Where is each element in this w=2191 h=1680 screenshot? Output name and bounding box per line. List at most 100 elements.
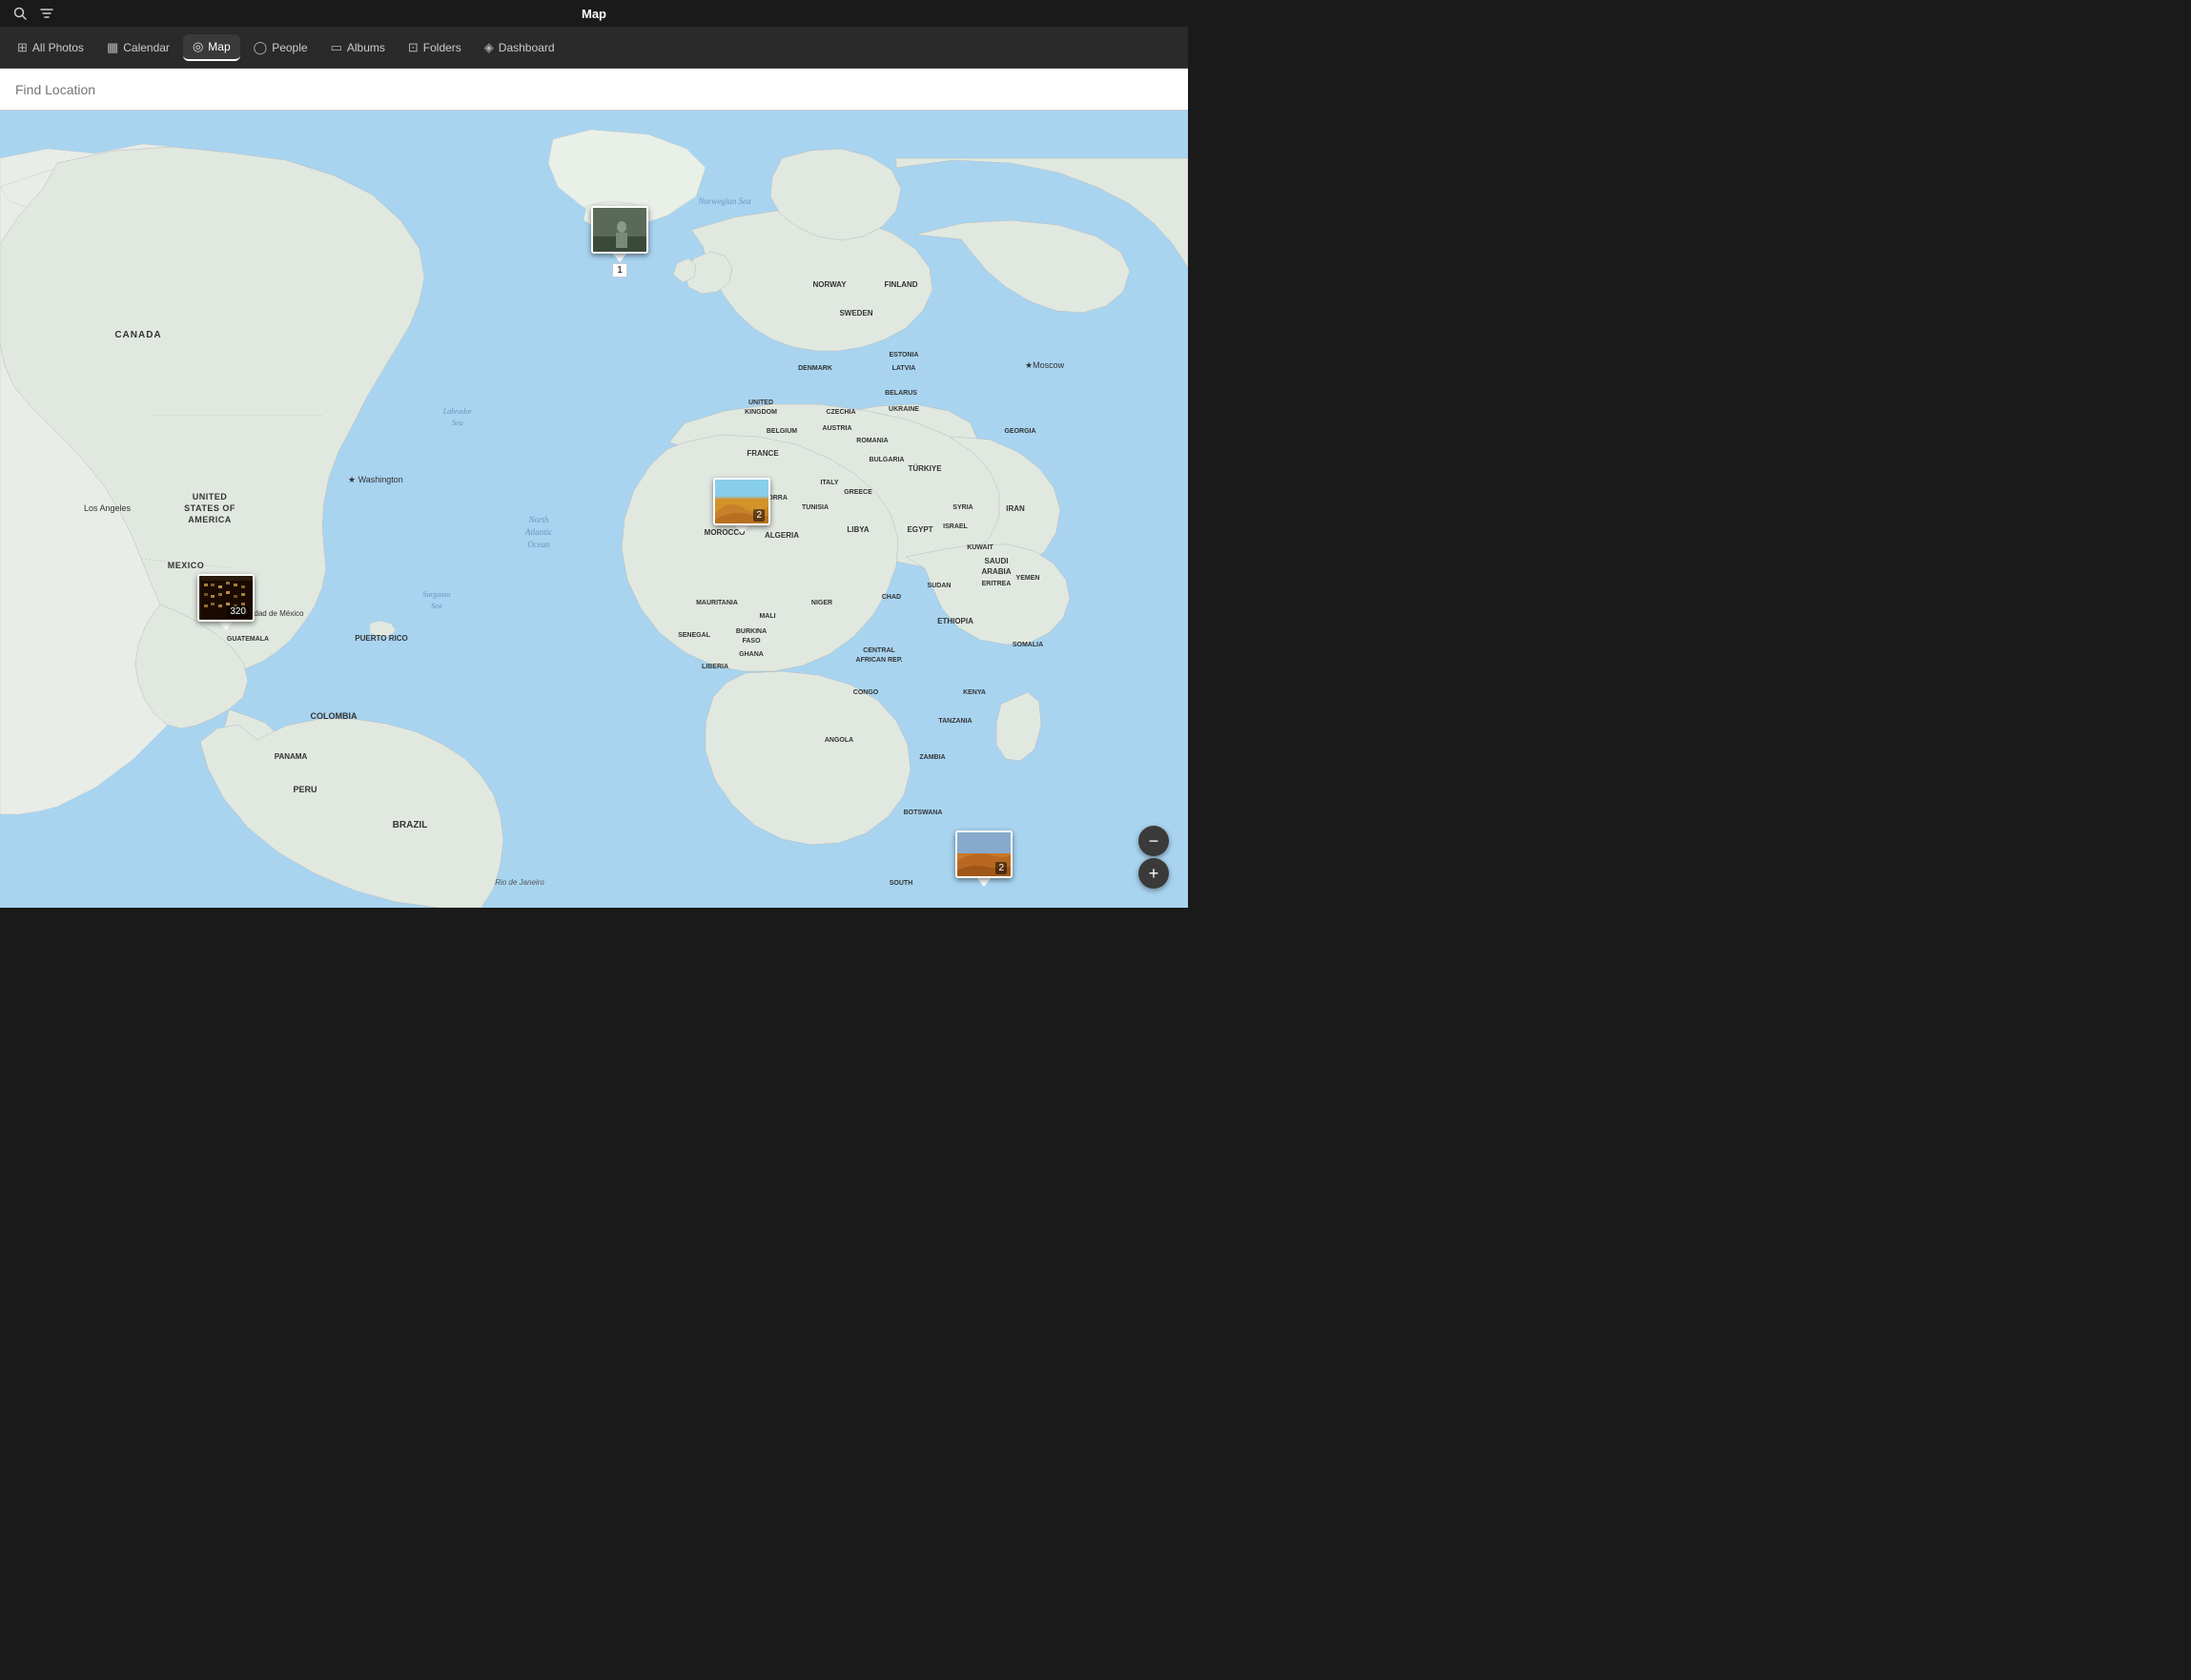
svg-text:BELARUS: BELARUS <box>885 390 917 397</box>
svg-text:North: North <box>527 515 549 524</box>
svg-text:ISRAEL: ISRAEL <box>943 523 968 530</box>
album-icon: ▭ <box>331 40 342 55</box>
svg-text:Rio de Janeiro: Rio de Janeiro <box>495 878 544 887</box>
svg-text:ROMANIA: ROMANIA <box>856 438 888 444</box>
svg-text:COLOMBIA: COLOMBIA <box>311 711 358 721</box>
svg-text:GUATEMALA: GUATEMALA <box>227 636 269 643</box>
title-bar-icons <box>10 3 57 24</box>
svg-text:ERITREA: ERITREA <box>982 581 1012 587</box>
svg-text:EGYPT: EGYPT <box>907 525 932 534</box>
svg-text:CANADA: CANADA <box>114 330 161 340</box>
location-icon: ◎ <box>193 39 203 54</box>
svg-text:LIBERIA: LIBERIA <box>702 664 728 670</box>
calendar-icon: ▦ <box>107 40 118 55</box>
search-icon[interactable] <box>10 3 31 24</box>
nav-item-dashboard[interactable]: ◈ Dashboard <box>475 35 564 60</box>
pin-photo-iceland <box>591 206 648 254</box>
folder-icon: ⊡ <box>408 40 419 55</box>
map-pin-botswana[interactable]: 2 <box>955 830 1013 887</box>
svg-text:LIBYA: LIBYA <box>847 525 869 534</box>
svg-text:CZECHIA: CZECHIA <box>826 409 855 416</box>
svg-text:BRAZIL: BRAZIL <box>393 820 428 830</box>
svg-text:TANZANIA: TANZANIA <box>938 718 972 725</box>
svg-text:SENEGAL: SENEGAL <box>678 632 711 639</box>
svg-text:YEMEN: YEMEN <box>1016 575 1040 582</box>
grid-icon: ⊞ <box>17 40 28 55</box>
svg-text:PANAMA: PANAMA <box>275 752 308 761</box>
svg-text:SAUDI: SAUDI <box>985 557 1009 565</box>
dashboard-icon: ◈ <box>484 40 494 55</box>
zoom-controls: − + <box>1138 826 1169 889</box>
map-container[interactable]: Norwegian Sea North Atlantic Ocean Labra… <box>0 111 1188 908</box>
pin-pointer-mexico <box>218 621 234 630</box>
svg-text:GREECE: GREECE <box>844 489 872 496</box>
nav-item-folders[interactable]: ⊡ Folders <box>399 35 471 60</box>
title-bar: Map <box>0 0 1188 27</box>
title-bar-title: Map <box>582 7 606 21</box>
pin-count-iceland: 1 <box>612 263 627 277</box>
svg-text:UKRAINE: UKRAINE <box>889 406 919 413</box>
filter-icon[interactable] <box>36 3 57 24</box>
pin-count-botswana: 2 <box>995 862 1007 874</box>
svg-text:CONGO: CONGO <box>853 689 879 696</box>
svg-text:GHANA: GHANA <box>739 651 764 658</box>
map-pin-morocco[interactable]: 2 <box>713 478 770 534</box>
svg-text:SWEDEN: SWEDEN <box>839 309 872 318</box>
svg-text:ITALY: ITALY <box>820 480 838 486</box>
svg-text:UNITED: UNITED <box>193 492 228 502</box>
pin-count-mexico: 320 <box>227 605 249 618</box>
nav-label-albums: Albums <box>347 41 385 54</box>
nav-label-folders: Folders <box>423 41 461 54</box>
svg-text:KINGDOM: KINGDOM <box>745 409 777 416</box>
svg-text:CENTRAL: CENTRAL <box>863 647 895 654</box>
nav-item-people[interactable]: ◯ People <box>244 35 317 60</box>
svg-text:TUNISIA: TUNISIA <box>802 504 829 511</box>
svg-text:ESTONIA: ESTONIA <box>890 352 919 359</box>
svg-text:★ Washington: ★ Washington <box>348 475 403 484</box>
svg-text:TÜRKIYE: TÜRKIYE <box>908 464 942 473</box>
svg-text:ETHIOPIA: ETHIOPIA <box>937 617 973 625</box>
nav-item-albums[interactable]: ▭ Albums <box>321 35 395 60</box>
svg-text:ANGOLA: ANGOLA <box>825 737 853 744</box>
svg-text:Atlantic: Atlantic <box>524 527 553 537</box>
svg-text:UNITED: UNITED <box>748 400 773 406</box>
svg-text:Sea: Sea <box>452 419 463 427</box>
svg-text:ARABIA: ARABIA <box>981 567 1011 576</box>
pin-pointer-morocco <box>734 524 749 534</box>
nav-item-all-photos[interactable]: ⊞ All Photos <box>8 35 93 60</box>
map-pin-iceland[interactable]: 1 <box>591 206 648 277</box>
zoom-out-button[interactable]: − <box>1138 826 1169 856</box>
svg-text:DENMARK: DENMARK <box>798 365 832 372</box>
svg-text:PERU: PERU <box>293 785 317 794</box>
svg-text:NIGER: NIGER <box>811 600 832 606</box>
svg-text:KUWAIT: KUWAIT <box>967 544 993 551</box>
svg-text:BULGARIA: BULGARIA <box>870 457 905 463</box>
svg-text:AFRICAN REP.: AFRICAN REP. <box>856 657 903 664</box>
map-pin-mexico[interactable]: 320 <box>197 574 255 630</box>
svg-text:PUERTO RICO: PUERTO RICO <box>355 634 407 643</box>
svg-text:AUSTRIA: AUSTRIA <box>822 425 851 432</box>
svg-text:Labrador: Labrador <box>442 407 474 416</box>
svg-text:Sea: Sea <box>431 602 442 610</box>
svg-text:BURKINA: BURKINA <box>736 628 767 635</box>
nav-item-calendar[interactable]: ▦ Calendar <box>97 35 179 60</box>
svg-text:Sargasso: Sargasso <box>422 590 450 599</box>
nav-bar: ⊞ All Photos ▦ Calendar ◎ Map ◯ People ▭… <box>0 27 1188 69</box>
nav-label-map: Map <box>208 40 230 53</box>
svg-text:LATVIA: LATVIA <box>892 365 916 372</box>
pin-photo-morocco: 2 <box>713 478 770 525</box>
svg-text:SOUTH: SOUTH <box>890 880 913 887</box>
svg-text:Norwegian Sea: Norwegian Sea <box>697 196 751 206</box>
svg-text:MAURITANIA: MAURITANIA <box>696 600 738 606</box>
svg-text:★Moscow: ★Moscow <box>1025 360 1065 370</box>
person-icon: ◯ <box>254 40 268 55</box>
nav-item-map[interactable]: ◎ Map <box>183 34 240 61</box>
zoom-in-button[interactable]: + <box>1138 858 1169 889</box>
pin-photo-botswana: 2 <box>955 830 1013 878</box>
location-search-input[interactable] <box>15 82 1173 97</box>
svg-text:KENYA: KENYA <box>963 689 986 696</box>
nav-label-calendar: Calendar <box>123 41 170 54</box>
svg-text:MALI: MALI <box>759 613 775 620</box>
svg-text:SYRIA: SYRIA <box>952 504 973 511</box>
svg-text:Los Angeles: Los Angeles <box>84 503 132 513</box>
